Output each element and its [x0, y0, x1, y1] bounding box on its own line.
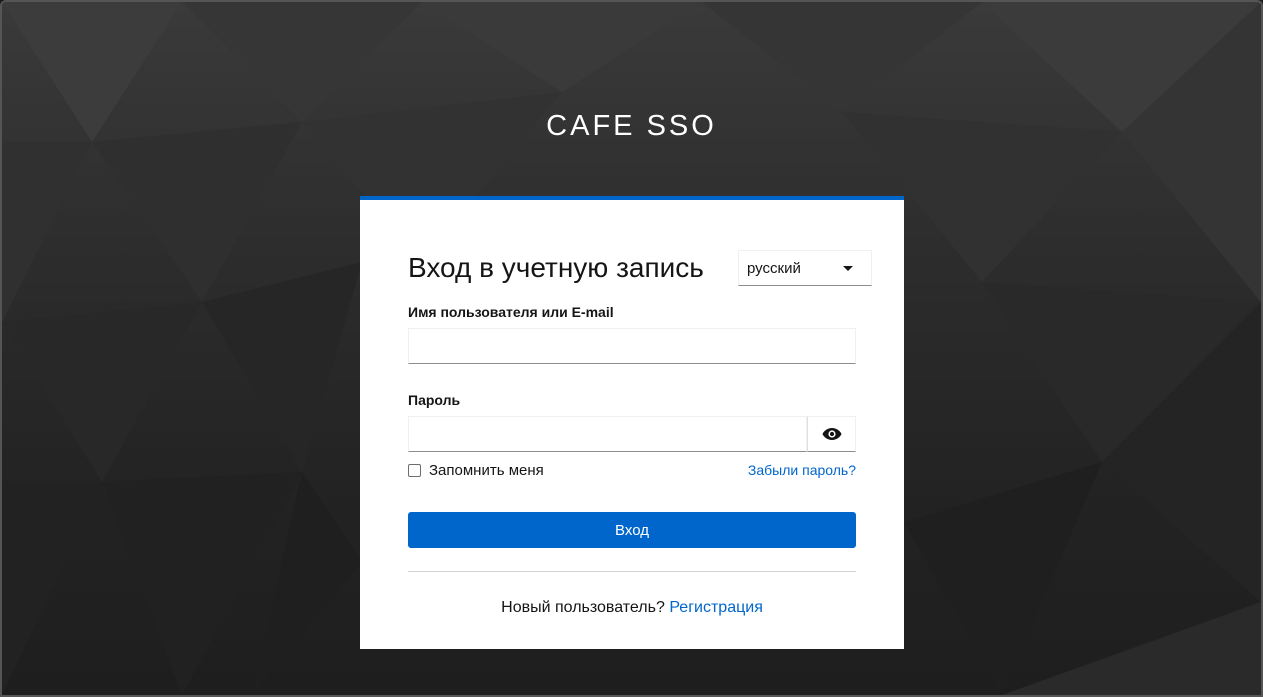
password-label: Пароль [408, 392, 461, 408]
brand-title: CAFE SSO [546, 110, 717, 142]
username-input[interactable] [408, 328, 856, 364]
new-user-text: Новый пользователь? [501, 599, 665, 616]
username-label: Имя пользователя или E-mail [408, 304, 614, 320]
page-background: CAFE SSO Вход в учетную запись русский И… [0, 0, 1263, 697]
remember-me-label: Запомнить меня [429, 462, 544, 479]
eye-icon [822, 428, 841, 440]
password-input[interactable] [408, 416, 807, 452]
register-link[interactable]: Регистрация [669, 599, 763, 616]
show-password-button[interactable] [807, 416, 856, 452]
language-selected-value: русский [747, 260, 801, 277]
caret-down-icon [843, 266, 853, 271]
login-heading: Вход в учетную запись [408, 252, 704, 283]
language-select[interactable]: русский [738, 250, 872, 286]
remember-me-checkbox[interactable] [408, 464, 421, 477]
divider [408, 571, 856, 572]
register-prompt: Новый пользователь? Регистрация [360, 599, 904, 617]
login-button[interactable]: Вход [408, 512, 856, 548]
login-card: Вход в учетную запись русский Имя пользо… [360, 196, 904, 649]
remember-me-checkbox-row[interactable]: Запомнить меня [408, 462, 544, 479]
forgot-password-link[interactable]: Забыли пароль? [748, 462, 856, 478]
